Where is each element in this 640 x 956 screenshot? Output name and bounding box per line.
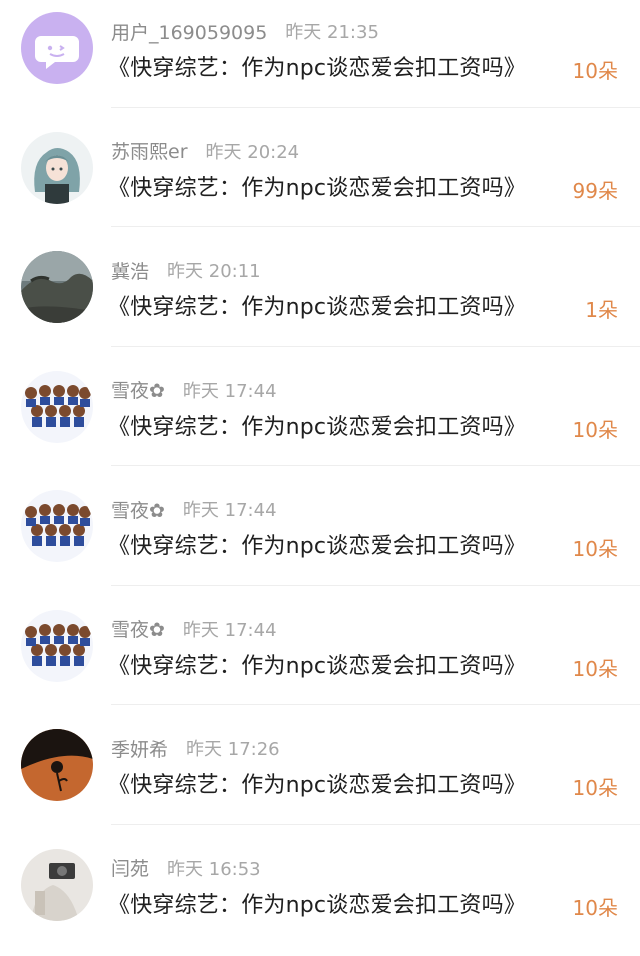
divider: [111, 824, 640, 825]
flower-count: 10朵: [573, 55, 618, 84]
photo-avatar-icon: [21, 849, 93, 921]
avatar[interactable]: [21, 12, 93, 84]
list-item[interactable]: 雪夜✿ 昨天 17:44 《快穿综艺：作为npc谈恋爱会扣工资吗》 10朵: [0, 598, 640, 718]
username[interactable]: 苏雨熙er: [111, 137, 188, 164]
divider: [111, 704, 640, 705]
anime-girl-avatar-icon: [21, 132, 93, 204]
timestamp: 昨天 20:11: [167, 257, 261, 283]
book-title[interactable]: 《快穿综艺：作为npc谈恋爱会扣工资吗》: [108, 289, 526, 321]
book-title[interactable]: 《快穿综艺：作为npc谈恋爱会扣工资吗》: [108, 887, 526, 919]
purple-chat-avatar-icon: [21, 12, 93, 84]
list-item[interactable]: 雪夜✿ 昨天 17:44 《快穿综艺：作为npc谈恋爱会扣工资吗》 10朵: [0, 359, 640, 479]
username[interactable]: 冀浩: [111, 257, 149, 284]
book-title[interactable]: 《快穿综艺：作为npc谈恋爱会扣工资吗》: [108, 170, 526, 202]
avatar[interactable]: [21, 490, 93, 562]
username[interactable]: 雪夜✿: [111, 376, 165, 403]
book-title[interactable]: 《快穿综艺：作为npc谈恋爱会扣工资吗》: [108, 409, 526, 441]
username[interactable]: 用户_169059095: [111, 18, 267, 45]
username[interactable]: 雪夜✿: [111, 496, 165, 523]
divider: [111, 465, 640, 466]
group-chibi-avatar-icon: [21, 490, 93, 562]
list-item[interactable]: 用户_169059095 昨天 21:35 《快穿综艺：作为npc谈恋爱会扣工资…: [0, 0, 640, 120]
list-item[interactable]: 冀浩 昨天 20:11 《快穿综艺：作为npc谈恋爱会扣工资吗》 1朵: [0, 239, 640, 359]
timestamp: 昨天 20:24: [206, 138, 300, 164]
avatar[interactable]: [21, 729, 93, 801]
rose-silhouette-avatar-icon: [21, 729, 93, 801]
divider: [111, 107, 640, 108]
username[interactable]: 季妍希: [111, 735, 168, 762]
list-item[interactable]: 雪夜✿ 昨天 17:44 《快穿综艺：作为npc谈恋爱会扣工资吗》 10朵: [0, 478, 640, 598]
timestamp: 昨天 17:26: [186, 735, 280, 761]
book-title[interactable]: 《快穿综艺：作为npc谈恋爱会扣工资吗》: [108, 767, 526, 799]
timestamp: 昨天 21:35: [285, 18, 379, 44]
landscape-avatar-icon: [21, 251, 93, 323]
username[interactable]: 闫苑: [111, 854, 149, 881]
divider: [111, 346, 640, 347]
divider: [111, 226, 640, 227]
list-item[interactable]: 闫苑 昨天 16:53 《快穿综艺：作为npc谈恋爱会扣工资吗》 10朵: [0, 837, 640, 956]
comment-list: 用户_169059095 昨天 21:35 《快穿综艺：作为npc谈恋爱会扣工资…: [0, 0, 640, 944]
flower-count: 99朵: [573, 175, 618, 204]
avatar[interactable]: [21, 849, 93, 921]
divider: [111, 585, 640, 586]
flower-count: 1朵: [585, 294, 618, 323]
flower-count: 10朵: [573, 414, 618, 443]
flower-count: 10朵: [573, 653, 618, 682]
list-item[interactable]: 季妍希 昨天 17:26 《快穿综艺：作为npc谈恋爱会扣工资吗》 10朵: [0, 717, 640, 837]
book-title[interactable]: 《快穿综艺：作为npc谈恋爱会扣工资吗》: [108, 648, 526, 680]
book-title[interactable]: 《快穿综艺：作为npc谈恋爱会扣工资吗》: [108, 50, 526, 82]
timestamp: 昨天 17:44: [183, 616, 277, 642]
book-title[interactable]: 《快穿综艺：作为npc谈恋爱会扣工资吗》: [108, 528, 526, 560]
flower-count: 10朵: [573, 892, 618, 921]
flower-count: 10朵: [573, 533, 618, 562]
avatar[interactable]: [21, 132, 93, 204]
group-chibi-avatar-icon: [21, 610, 93, 682]
timestamp: 昨天 17:44: [183, 496, 277, 522]
username[interactable]: 雪夜✿: [111, 615, 165, 642]
timestamp: 昨天 17:44: [183, 377, 277, 403]
group-chibi-avatar-icon: [21, 371, 93, 443]
list-item[interactable]: 苏雨熙er 昨天 20:24 《快穿综艺：作为npc谈恋爱会扣工资吗》 99朵: [0, 120, 640, 240]
flower-count: 10朵: [573, 772, 618, 801]
avatar[interactable]: [21, 371, 93, 443]
avatar[interactable]: [21, 610, 93, 682]
avatar[interactable]: [21, 251, 93, 323]
timestamp: 昨天 16:53: [167, 855, 261, 881]
